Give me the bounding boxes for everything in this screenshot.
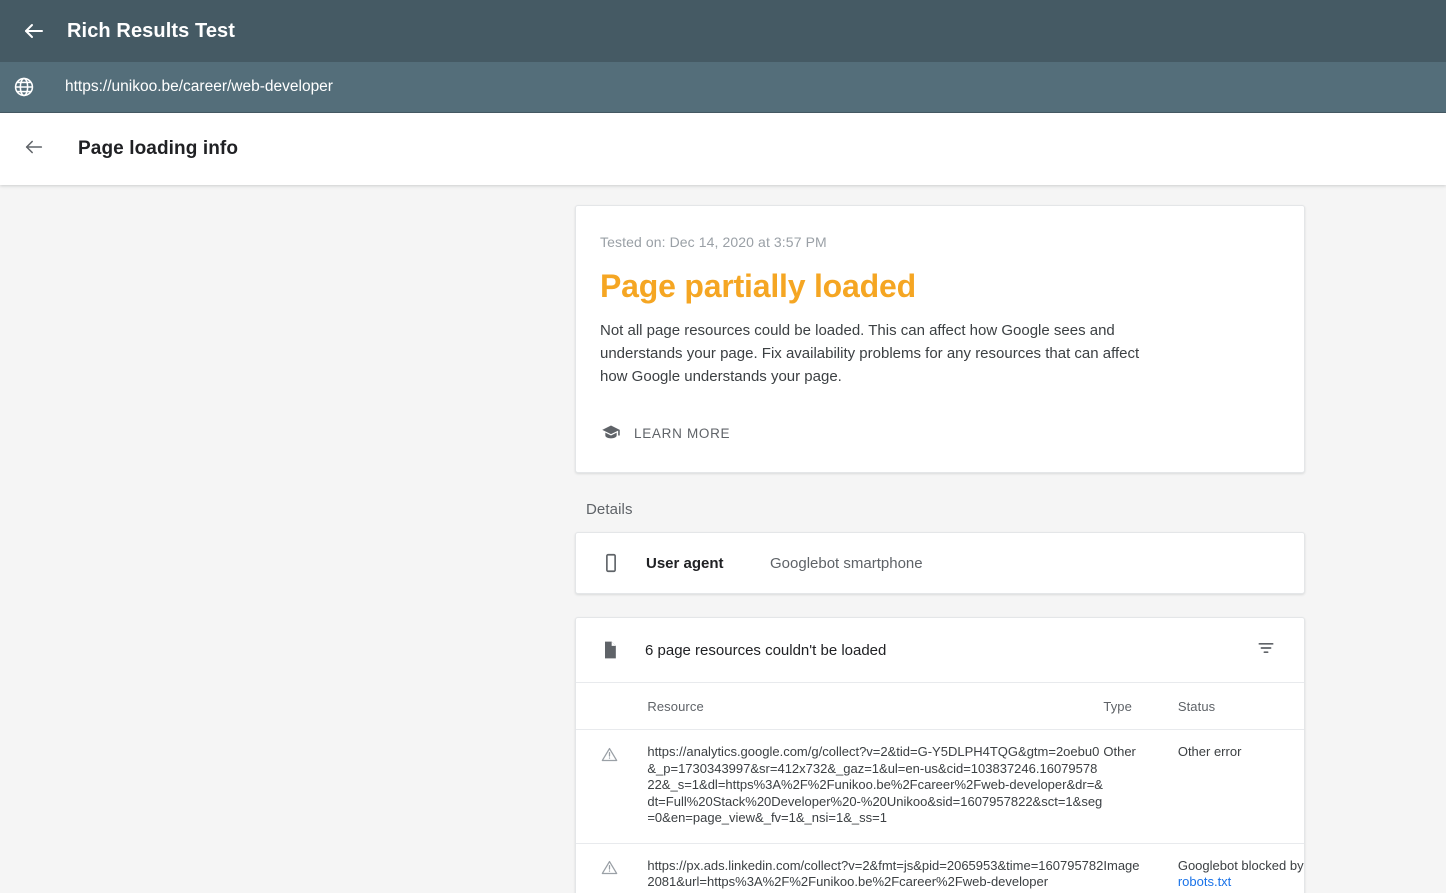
table-row[interactable]: https://analytics.google.com/g/collect?v… bbox=[576, 729, 1304, 844]
center-column: Tested on: Dec 14, 2020 at 3:57 PM Page … bbox=[575, 205, 1305, 893]
graduation-cap-icon bbox=[600, 422, 622, 444]
arrow-back-icon bbox=[23, 136, 45, 163]
warning-triangle-icon bbox=[599, 744, 619, 764]
arrow-back-icon bbox=[22, 19, 46, 43]
row-status-text: Googlebot blocked by bbox=[1177, 857, 1304, 873]
url-bar[interactable]: https://unikoo.be/career/web-developer bbox=[0, 62, 1446, 113]
table-header-status: Status bbox=[1177, 683, 1304, 730]
learn-more-label: LEARN MORE bbox=[634, 425, 731, 441]
table-header-resource: Resource bbox=[647, 683, 1104, 730]
row-status: Googlebot blocked by robots.txt bbox=[1177, 843, 1304, 893]
row-type: Other bbox=[1103, 729, 1178, 844]
status-card: Tested on: Dec 14, 2020 at 3:57 PM Page … bbox=[575, 205, 1305, 473]
table-header-row: Resource Type Status bbox=[576, 683, 1304, 730]
row-resource-url: https://px.ads.linkedin.com/collect?v=2&… bbox=[647, 843, 1104, 893]
page-sub-header: Page loading info bbox=[0, 113, 1446, 185]
filter-icon bbox=[1256, 638, 1276, 663]
row-status: Other error bbox=[1177, 729, 1304, 844]
resources-card: 6 page resources couldn't be loaded Reso… bbox=[575, 617, 1305, 893]
row-resource-url: https://analytics.google.com/g/collect?v… bbox=[647, 729, 1104, 844]
content-area: Tested on: Dec 14, 2020 at 3:57 PM Page … bbox=[0, 185, 1446, 893]
table-header-spacer bbox=[576, 683, 648, 730]
learn-more-button[interactable]: LEARN MORE bbox=[600, 422, 730, 444]
user-agent-card: User agent Googlebot smartphone bbox=[575, 532, 1305, 594]
document-icon bbox=[599, 639, 621, 661]
resources-count-title: 6 page resources couldn't be loaded bbox=[645, 641, 887, 659]
row-icon-cell bbox=[576, 729, 648, 844]
resources-card-header: 6 page resources couldn't be loaded bbox=[576, 618, 1304, 683]
status-description: Not all page resources could be loaded. … bbox=[600, 322, 1140, 385]
table-header-type: Type bbox=[1103, 683, 1178, 730]
warning-triangle-icon bbox=[599, 858, 619, 878]
row-type: Image bbox=[1103, 843, 1178, 893]
sub-header-back-button[interactable] bbox=[12, 127, 56, 171]
tested-on-text: Tested on: Dec 14, 2020 at 3:57 PM bbox=[600, 234, 827, 250]
status-title: Page partially loaded bbox=[600, 268, 916, 304]
filter-button[interactable] bbox=[1250, 634, 1282, 666]
row-icon-cell bbox=[576, 843, 648, 893]
details-heading: Details bbox=[586, 501, 633, 518]
globe-icon bbox=[11, 74, 37, 100]
page-title: Page loading info bbox=[78, 138, 239, 159]
robots-txt-link[interactable]: robots.txt bbox=[1178, 874, 1231, 889]
user-agent-label: User agent bbox=[646, 554, 724, 572]
app-bar: Rich Results Test bbox=[0, 0, 1446, 62]
app-bar-back-button[interactable] bbox=[12, 9, 56, 53]
resources-table: Resource Type Status https://analytics.g… bbox=[576, 683, 1304, 893]
app-title: Rich Results Test bbox=[67, 19, 236, 42]
smartphone-icon bbox=[599, 551, 623, 575]
user-agent-value: Googlebot smartphone bbox=[770, 554, 923, 572]
table-row[interactable]: https://px.ads.linkedin.com/collect?v=2&… bbox=[576, 843, 1304, 893]
url-text: https://unikoo.be/career/web-developer bbox=[65, 78, 333, 95]
